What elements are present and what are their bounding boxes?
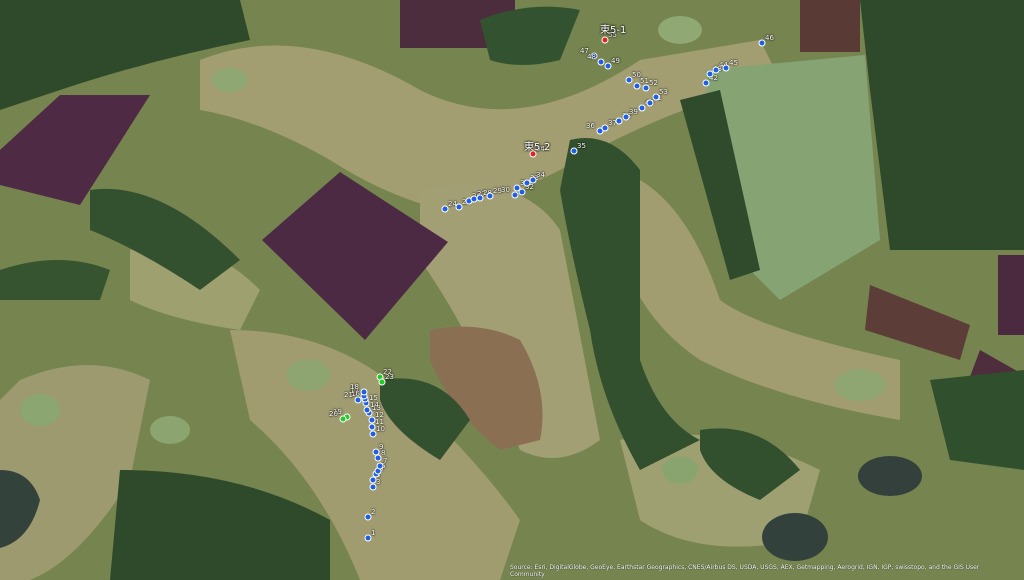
survey-point-label: 2 [371, 508, 376, 516]
survey-point-label: 46 [765, 34, 774, 42]
station-label-east-5-1: 東5-1 [600, 25, 627, 36]
survey-point-marker[interactable] [354, 396, 362, 404]
map-view[interactable]: 1234567891011121314151617181920212223242… [0, 0, 1024, 580]
tree-band [0, 260, 110, 300]
survey-point-label: 53 [659, 88, 668, 96]
survey-point-label: 11 [375, 418, 384, 426]
survey-point-label: 45 [729, 59, 738, 67]
survey-point-label: 10 [376, 425, 385, 433]
crop-field [998, 255, 1024, 335]
green [212, 68, 248, 92]
green [20, 394, 60, 426]
survey-point-marker[interactable] [360, 388, 368, 396]
satellite-imagery [0, 0, 1024, 580]
crop-field [800, 0, 860, 52]
survey-point-label: 14 [370, 401, 379, 409]
survey-point-label: 8 [381, 449, 386, 457]
survey-point-marker[interactable] [339, 415, 347, 423]
station-label-east-5-2: 東5-2 [524, 142, 551, 153]
survey-point-marker[interactable] [511, 191, 519, 199]
survey-point-label: 20 [329, 410, 338, 418]
survey-point-label: 52 [649, 79, 658, 87]
pond [858, 456, 922, 496]
survey-point-label: 48 [587, 53, 596, 61]
green [286, 359, 330, 391]
survey-point-label: 39 [629, 108, 638, 116]
survey-point-label: 30 [501, 186, 510, 194]
survey-point-label: 1 [371, 529, 376, 537]
survey-point-label: 3 [376, 478, 381, 486]
map-attribution: Source: Esri, DigitalGlobe, GeoEye, Eart… [510, 564, 980, 578]
green [658, 16, 702, 44]
survey-point-label: 23 [385, 373, 394, 381]
green [834, 369, 886, 401]
survey-point-label: 7 [383, 457, 388, 465]
survey-point-label: 34 [536, 171, 545, 179]
survey-point-label: 36 [586, 122, 595, 130]
survey-point-label: 49 [611, 57, 620, 65]
survey-point-label: 21 [344, 391, 353, 399]
survey-point-label: 15 [369, 394, 378, 402]
green [662, 456, 698, 484]
survey-point-marker[interactable] [597, 58, 605, 66]
survey-point-label: 18 [350, 383, 359, 391]
pond [762, 513, 828, 561]
survey-point-label: 35 [577, 142, 586, 150]
survey-point-label: 9 [379, 443, 384, 451]
survey-point-label: 12 [375, 411, 384, 419]
green [150, 416, 190, 444]
